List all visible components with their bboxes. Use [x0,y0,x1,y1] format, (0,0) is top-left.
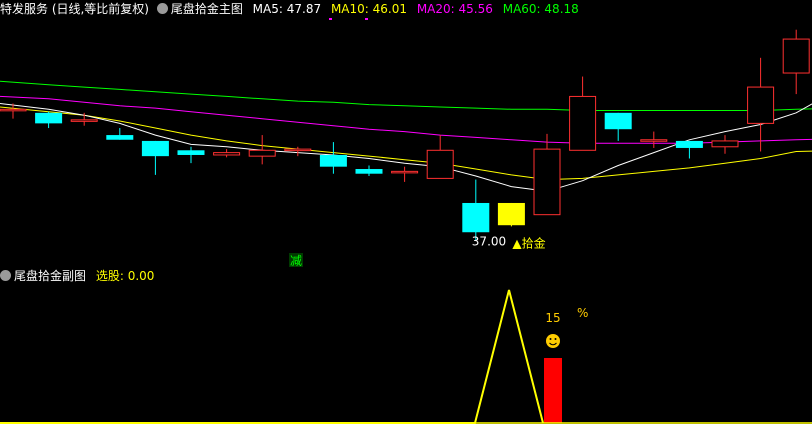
candle-body [782,38,810,74]
sub-signal-line [0,289,544,424]
candle [319,142,347,174]
buy-signal-label: ▲拾金 [512,235,545,250]
candle-body [569,95,597,151]
candle [747,57,775,152]
pick-readout: 选股: 0.00 [95,269,155,283]
gear-icon[interactable] [0,270,11,281]
main-indicator-name[interactable]: 尾盘拾金主图 [171,2,243,16]
smiley-icon [546,334,560,348]
candle-body [604,112,632,130]
percent-label: % [577,306,588,320]
reduce-label: 减 [290,254,302,268]
candle [569,76,597,151]
candle-body [106,135,134,140]
candle-body [391,170,419,174]
sub-bar [544,358,562,423]
gear-icon[interactable] [156,3,168,14]
smiley-eye [549,338,552,340]
candle-body [213,152,241,156]
sub-value-label: 15 [545,311,560,325]
candle [426,135,454,179]
candle [141,140,169,175]
ma60-readout: MA60: 48.18 [502,2,579,16]
candle [35,111,63,129]
chart-canvas: 37.00▲拾金5减15% [0,18,812,424]
ma5-readout: MA5: 47.87 [252,2,322,16]
stock-title: 特发服务 (日线,等比前复权) [0,2,149,16]
candle-body [426,149,454,179]
candle-body [711,140,739,148]
ma20-readout: MA20: 45.56 [416,2,493,16]
candle-body [462,202,490,233]
candle [604,112,632,141]
candle-body [640,139,668,142]
candle [711,135,739,154]
smiley-eye [554,338,557,340]
candle-body [675,140,703,148]
candle-body [35,112,63,124]
candle [533,133,561,216]
ma10-readout: MA10: 46.01 [330,2,407,16]
candle-body [177,150,205,155]
candle [391,166,419,182]
candle-body [533,148,561,216]
candle [462,179,490,241]
candle [213,149,241,158]
candle-body [497,202,525,226]
candle-body [319,154,347,167]
candle [497,202,525,227]
candle-body [141,140,169,157]
main-header: 特发服务 (日线,等比前复权) 尾盘拾金主图 MA5: 47.87 MA10: … [0,0,585,18]
candle-body [284,148,312,152]
candle [782,29,810,95]
sub-indicator-name[interactable]: 尾盘拾金副图 [14,269,86,283]
candle [675,140,703,159]
sub-header: 尾盘拾金副图 选股: 0.00 [0,267,160,285]
candle-body [70,119,98,122]
candle [177,146,205,164]
candle [640,131,668,148]
candle [355,165,383,177]
candle-body [355,169,383,174]
candle [106,128,134,140]
candle-body [0,108,27,112]
candle-body [747,86,775,124]
candle-body [248,149,276,157]
low-price-label: 37.00 [472,234,506,248]
smiley-face [546,334,560,348]
